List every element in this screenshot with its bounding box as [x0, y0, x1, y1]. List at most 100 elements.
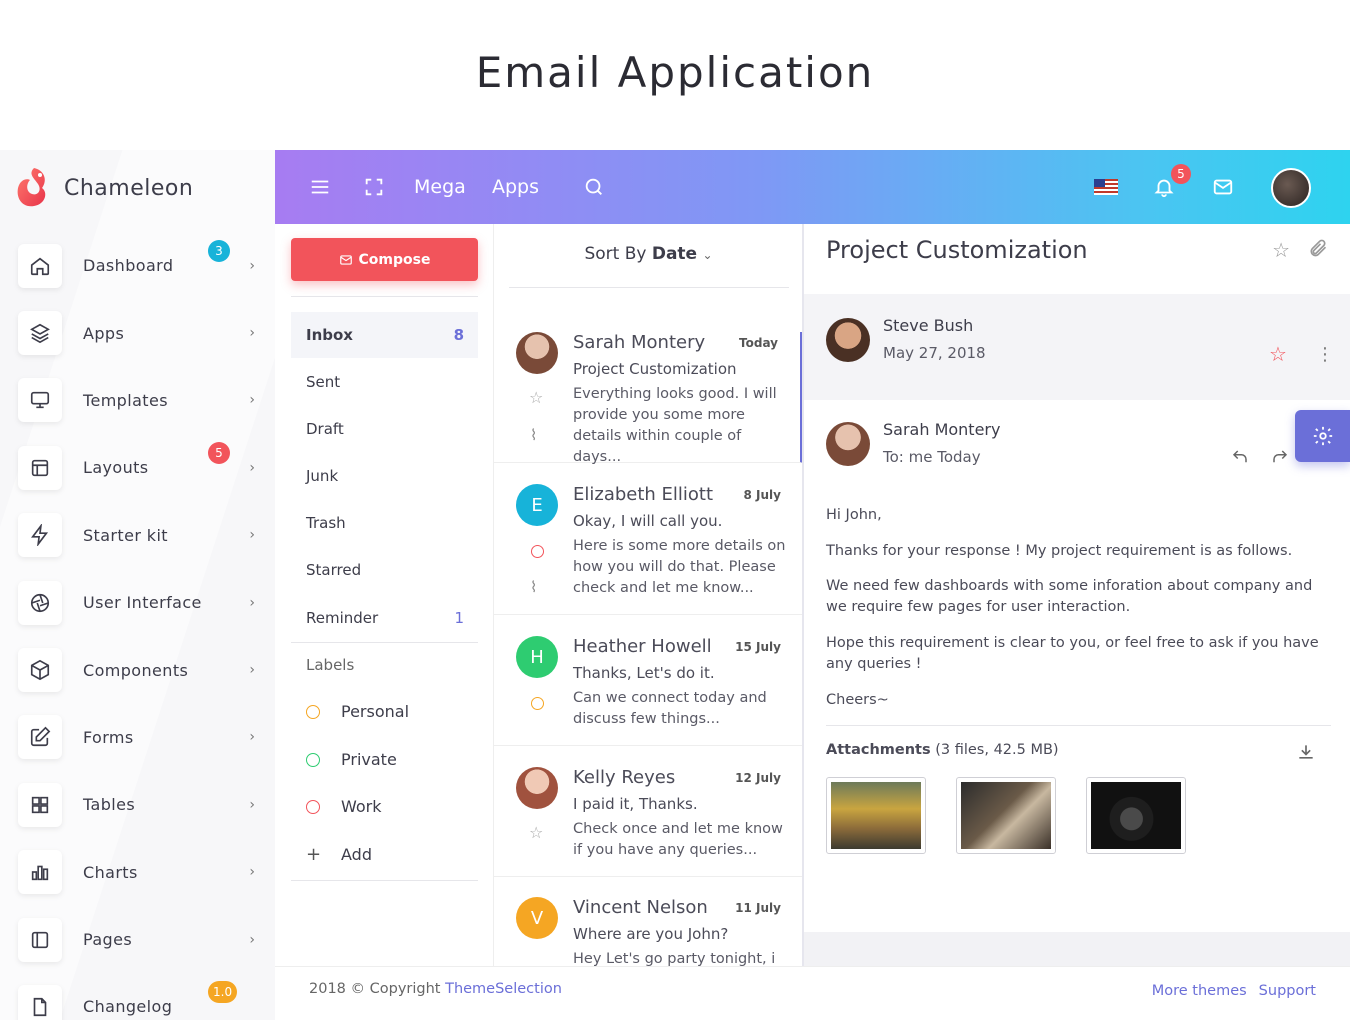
- sidebar-item-label: User Interface: [83, 593, 202, 613]
- company-link[interactable]: ThemeSelection: [445, 981, 562, 997]
- email-body-line: Hi John,: [826, 507, 882, 523]
- label-personal[interactable]: Personal: [306, 702, 409, 721]
- add-label-button[interactable]: + Add: [306, 844, 372, 865]
- compose-label: Compose: [358, 251, 431, 268]
- mail-preview: Hey Let's go party tonight, i: [573, 951, 776, 966]
- reply-icon[interactable]: [1230, 448, 1250, 466]
- brand[interactable]: Chameleon: [14, 166, 193, 210]
- sort-dropdown[interactable]: Sort By Date ⌄: [494, 244, 802, 264]
- mail-date: Today: [739, 336, 778, 350]
- folder-inbox[interactable]: Inbox 8: [291, 312, 478, 358]
- attachment-thumbnail[interactable]: [1086, 777, 1186, 854]
- sidebar-item-label: Layouts: [83, 458, 149, 478]
- sort-value: Date: [651, 244, 698, 264]
- fullscreen-icon[interactable]: [363, 150, 385, 224]
- star-icon[interactable]: ☆: [1272, 238, 1290, 262]
- download-icon[interactable]: [1296, 742, 1316, 762]
- mail-date: 8 July: [743, 488, 781, 502]
- page-title: Email Application: [475, 48, 875, 97]
- support-link[interactable]: Support: [1259, 983, 1316, 999]
- sidebar-item-forms[interactable]: Forms ›: [18, 704, 263, 771]
- replier-name: Sarah Montery: [883, 420, 1001, 439]
- chevron-right-icon: ›: [249, 662, 255, 679]
- chevron-right-icon: ›: [249, 392, 255, 409]
- folder-starred[interactable]: Starred: [291, 547, 478, 593]
- sidebar-item-changelog[interactable]: Changelog 1.0: [18, 973, 263, 1020]
- mail-subject: Okay, I will call you.: [573, 512, 723, 530]
- forward-icon[interactable]: [1270, 448, 1290, 466]
- settings-gear-icon[interactable]: [1295, 410, 1350, 462]
- sidebar-item-layouts[interactable]: Layouts 5 ›: [18, 434, 263, 501]
- mail-item[interactable]: V Vincent Nelson 11 July Where are you J…: [494, 897, 802, 966]
- footer-links: More themes Support: [1152, 983, 1316, 999]
- mail-subject: Where are you John?: [573, 925, 729, 943]
- avatar: [516, 767, 558, 809]
- sidebar-item-tables[interactable]: Tables ›: [18, 771, 263, 838]
- mega-menu-link[interactable]: Mega: [414, 150, 466, 224]
- mail-sender: Heather Howell: [573, 636, 712, 657]
- star-icon[interactable]: ☆: [1269, 342, 1287, 366]
- sidebar-item-label: Pages: [83, 930, 133, 950]
- search-icon[interactable]: [583, 150, 605, 224]
- sidebar-item-components[interactable]: Components ›: [18, 636, 263, 703]
- attachment-thumbnail[interactable]: [826, 777, 926, 854]
- mail-item[interactable]: Sarah Montery Today Project Customizatio…: [494, 332, 802, 465]
- folder-sent[interactable]: Sent: [291, 359, 478, 405]
- label-circle-icon: [531, 545, 544, 558]
- badge: 3: [208, 240, 230, 262]
- label-text: Private: [341, 750, 397, 769]
- attachment-image: [831, 782, 921, 849]
- mail-item[interactable]: H Heather Howell 15 July Thanks, Let's d…: [494, 636, 802, 746]
- folder-junk[interactable]: Junk: [291, 453, 478, 499]
- more-vertical-icon[interactable]: ⋮: [1316, 344, 1334, 365]
- pane-bottom: [804, 932, 1350, 966]
- sidebar-item-user-interface[interactable]: User Interface ›: [18, 569, 263, 636]
- compose-button[interactable]: Compose: [291, 238, 478, 281]
- header-actions: ☆: [1272, 238, 1328, 262]
- chevron-right-icon: ›: [249, 931, 255, 948]
- bell-icon[interactable]: [1153, 150, 1175, 224]
- folder-draft[interactable]: Draft: [291, 406, 478, 452]
- chevron-right-icon: ›: [249, 527, 255, 544]
- folder-reminder[interactable]: Reminder 1: [291, 595, 478, 641]
- mail-date: 11 July: [735, 901, 781, 915]
- mail-preview: Can we connect today and discuss few thi…: [573, 690, 767, 727]
- email-body-line: We need few dashboards with some inforat…: [826, 578, 1313, 615]
- folder-count: 1: [454, 609, 464, 627]
- sidebar-item-apps[interactable]: Apps ›: [18, 299, 263, 366]
- grid-icon: [18, 782, 62, 827]
- label-work[interactable]: Work: [306, 797, 382, 816]
- apps-menu-link[interactable]: Apps: [492, 150, 539, 224]
- folder-count: 8: [453, 326, 464, 344]
- mail-preview: Everything looks good. I will provide yo…: [573, 386, 777, 465]
- sidebar-item-charts[interactable]: Charts ›: [18, 839, 263, 906]
- sidebar-item-pages[interactable]: Pages ›: [18, 906, 263, 973]
- star-icon[interactable]: ☆: [529, 388, 543, 407]
- user-avatar[interactable]: [1271, 168, 1311, 208]
- mail-icon[interactable]: [1212, 150, 1234, 224]
- us-flag-icon[interactable]: [1094, 150, 1118, 224]
- edit-icon: [18, 715, 62, 760]
- mail-preview: Here is some more details on how you wil…: [573, 538, 786, 596]
- email-subject-title: Project Customization: [826, 236, 1088, 264]
- sidebar-item-starter-kit[interactable]: Starter kit ›: [18, 502, 263, 569]
- attachments-info: (3 files, 42.5 MB): [935, 742, 1059, 758]
- sidebar-item-dashboard[interactable]: Dashboard 3 ›: [18, 232, 263, 299]
- more-themes-link[interactable]: More themes: [1152, 983, 1247, 999]
- attachment-thumbnail[interactable]: [956, 777, 1056, 854]
- folder-label: Draft: [306, 420, 344, 438]
- mail-item[interactable]: E Elizabeth Elliott 8 July Okay, I will …: [494, 484, 802, 615]
- label-private[interactable]: Private: [306, 750, 397, 769]
- circle-icon: [306, 704, 320, 719]
- email-body-line: Hope this requirement is clear to you, o…: [826, 635, 1319, 672]
- folder-trash[interactable]: Trash: [291, 500, 478, 546]
- paperclip-icon[interactable]: [1308, 238, 1328, 258]
- mail-item[interactable]: Kelly Reyes 12 July I paid it, Thanks. C…: [494, 767, 802, 877]
- sidebar-item-templates[interactable]: Templates ›: [18, 367, 263, 434]
- attachment-image: [1091, 782, 1181, 849]
- chameleon-logo-icon: [17, 168, 46, 207]
- star-icon[interactable]: ☆: [529, 823, 543, 842]
- brand-name: Chameleon: [64, 175, 194, 201]
- avatar: [516, 332, 558, 374]
- menu-toggle-icon[interactable]: [309, 150, 331, 224]
